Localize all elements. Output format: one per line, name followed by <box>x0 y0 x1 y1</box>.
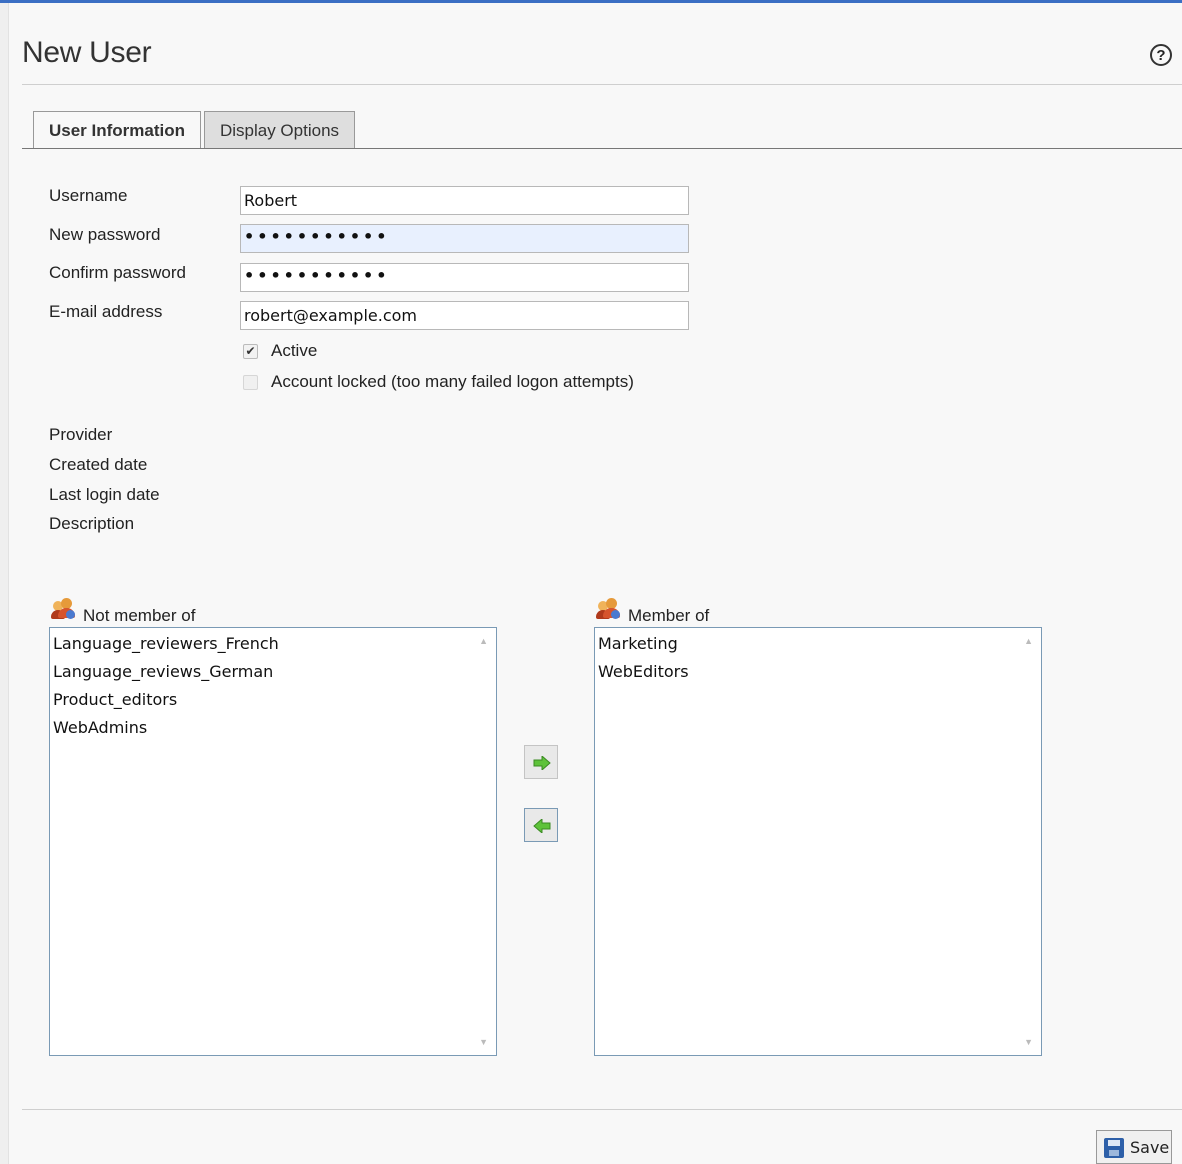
list-item[interactable]: Language_reviewers_French <box>53 634 279 662</box>
scroll-down-icon[interactable]: ▼ <box>479 1037 488 1047</box>
add-to-group-button[interactable] <box>524 745 558 779</box>
active-checkbox[interactable]: ✔ <box>243 344 258 359</box>
floppy-disk-icon <box>1104 1138 1124 1158</box>
new-password-field[interactable]: ••••••••••• <box>240 224 689 253</box>
scroll-down-icon[interactable]: ▼ <box>1024 1037 1033 1047</box>
list-item[interactable]: Product_editors <box>53 690 279 718</box>
not-member-of-label: Not member of <box>83 606 196 625</box>
member-of-listbox[interactable]: Marketing WebEditors ▲ ▼ <box>594 627 1042 1056</box>
created-date-label: Created date <box>49 455 148 474</box>
users-group-icon <box>596 598 622 620</box>
footer-divider <box>22 1109 1182 1110</box>
users-group-icon <box>51 598 77 620</box>
account-locked-label: Account locked (too many failed logon at… <box>271 372 634 391</box>
arrow-right-icon <box>533 756 551 770</box>
save-button[interactable]: Save <box>1096 1130 1172 1164</box>
provider-label: Provider <box>49 425 113 444</box>
email-label: E-mail address <box>49 302 163 321</box>
confirm-password-label: Confirm password <box>49 263 186 282</box>
tab-user-information[interactable]: User Information <box>33 111 201 149</box>
remove-from-group-button[interactable] <box>524 808 558 842</box>
confirm-password-field[interactable]: ••••••••••• <box>240 263 689 292</box>
scroll-up-icon[interactable]: ▲ <box>1024 636 1033 646</box>
tabs-divider <box>22 148 1182 149</box>
top-accent-bar <box>0 0 1182 3</box>
list-item[interactable]: Marketing <box>598 634 689 662</box>
list-item[interactable]: WebAdmins <box>53 718 279 746</box>
list-item[interactable]: Language_reviews_German <box>53 662 279 690</box>
description-label: Description <box>49 514 135 533</box>
account-locked-checkbox[interactable] <box>243 375 258 390</box>
active-checkbox-label: Active <box>271 341 318 360</box>
save-button-label: Save <box>1130 1138 1170 1157</box>
username-field[interactable]: Robert <box>240 186 689 215</box>
page-title: New User <box>22 36 152 69</box>
title-divider <box>22 84 1182 85</box>
email-field[interactable]: robert@example.com <box>240 301 689 330</box>
list-item[interactable]: WebEditors <box>598 662 689 690</box>
member-of-label: Member of <box>628 606 710 625</box>
scroll-up-icon[interactable]: ▲ <box>479 636 488 646</box>
username-label: Username <box>49 186 128 205</box>
new-password-label: New password <box>49 225 161 244</box>
left-edge-panel <box>0 3 9 1164</box>
tab-display-options[interactable]: Display Options <box>204 111 355 148</box>
last-login-date-label: Last login date <box>49 485 160 504</box>
help-icon[interactable]: ? <box>1150 44 1172 66</box>
not-member-of-listbox[interactable]: Language_reviewers_French Language_revie… <box>49 627 497 1056</box>
arrow-left-icon <box>533 819 551 833</box>
